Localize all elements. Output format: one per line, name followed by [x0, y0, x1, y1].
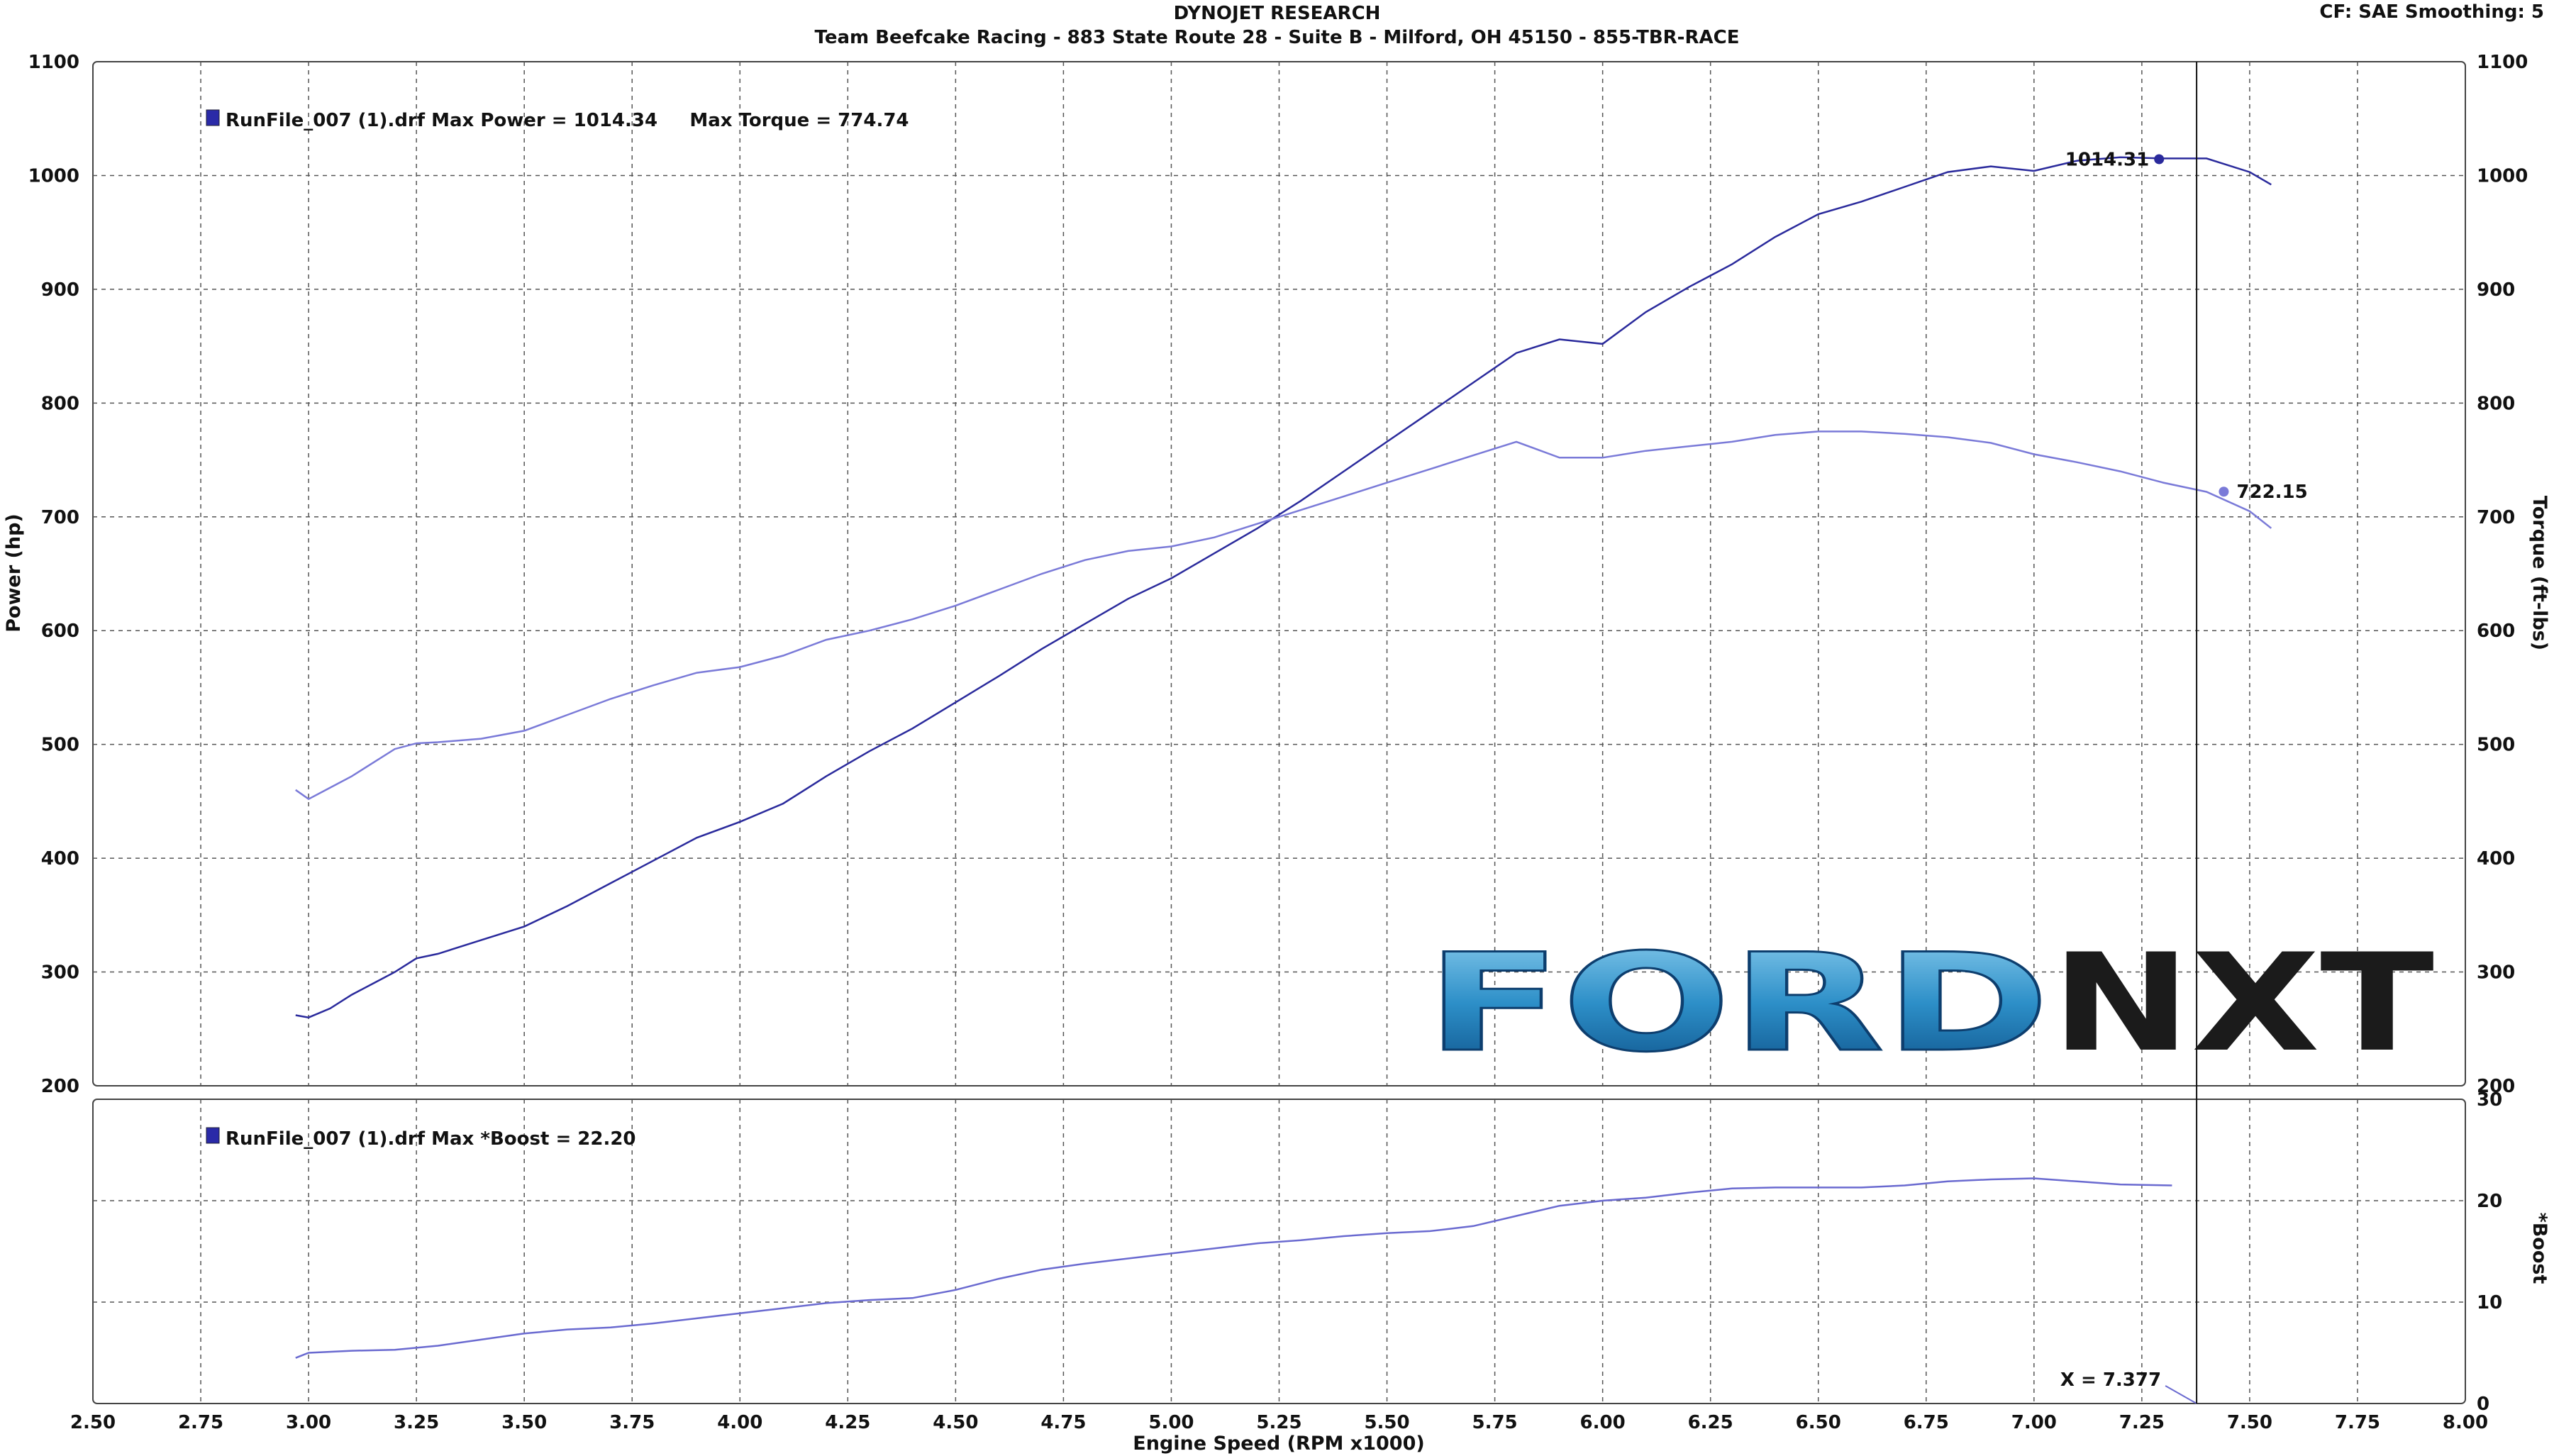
boost-legend-swatch: [206, 1127, 220, 1144]
y-tick-label-torque: 600: [2477, 621, 2515, 642]
y-tick-label-torque: 1100: [2477, 52, 2528, 73]
x-tick-label: 3.25: [394, 1412, 439, 1433]
y-tick-label-boost: 0: [2477, 1394, 2489, 1415]
x-tick-label: 6.00: [1580, 1412, 1626, 1433]
x-tick-label: 7.25: [2119, 1412, 2165, 1433]
dyno-chart: FORD NXT 1014.31 722.15 X = 7.377 RunFile…: [3, 52, 2550, 1455]
x-axis-title: Engine Speed (RPM x1000): [1133, 1433, 1424, 1455]
y-tick-label-power: 800: [41, 393, 79, 414]
x-tick-label: 5.00: [1148, 1412, 1194, 1433]
x-tick-label: 5.75: [1472, 1412, 1518, 1433]
y-axis-title-power: Power (hp): [3, 513, 25, 633]
x-tick-label: 3.75: [609, 1412, 655, 1433]
x-tick-label: 6.25: [1688, 1412, 1733, 1433]
x-tick-label: 5.50: [1364, 1412, 1409, 1433]
y-tick-label-torque: 800: [2477, 393, 2515, 414]
fordnxt-watermark-logo: FORD NXT: [1425, 924, 2435, 1083]
y-tick-label-power: 500: [41, 735, 79, 756]
y-axis-title-boost: *Boost: [2528, 1213, 2550, 1284]
x-tick-label: 4.75: [1040, 1412, 1086, 1433]
y-tick-label-boost: 20: [2477, 1191, 2502, 1212]
svg-text:FORD: FORD: [1426, 925, 2050, 1082]
power-legend-text: RunFile_007 (1).drf Max Power = 1014.34 …: [226, 110, 909, 131]
y-tick-label-power: 900: [41, 279, 79, 301]
peak-marker: [2154, 154, 2165, 165]
peak-label-torque: 722.15: [2236, 482, 2307, 503]
y-tick-label-power: 600: [41, 621, 79, 642]
x-tick-label: 2.50: [70, 1412, 116, 1433]
y-tick-label-power: 200: [41, 1076, 79, 1097]
x-tick-label: 7.00: [2011, 1412, 2057, 1433]
power-legend-swatch: [206, 109, 220, 126]
x-tick-label: 4.25: [825, 1412, 870, 1433]
y-tick-label-torque: 300: [2477, 962, 2515, 984]
x-tick-label: 3.50: [501, 1412, 547, 1433]
boost-legend-text: RunFile_007 (1).drf Max *Boost = 22.20: [226, 1128, 636, 1150]
y-tick-label-boost: 30: [2477, 1089, 2502, 1111]
x-tick-label: 6.75: [1904, 1412, 1949, 1433]
x-tick-label: 4.50: [933, 1412, 978, 1433]
y-tick-label-power: 1000: [28, 165, 79, 187]
x-tick-label: 8.00: [2443, 1412, 2488, 1433]
y-tick-label-boost: 10: [2477, 1292, 2502, 1313]
x-tick-label: 5.25: [1256, 1412, 1301, 1433]
rpm-cursor-readout: X = 7.377: [2060, 1369, 2161, 1391]
x-tick-label: 7.50: [2227, 1412, 2272, 1433]
peak-label-power: 1014.31: [2065, 149, 2149, 170]
x-tick-label: 4.00: [717, 1412, 762, 1433]
y-tick-label-power: 1100: [28, 52, 79, 73]
y-tick-label-power: 700: [41, 507, 79, 528]
x-tick-label: 3.00: [286, 1412, 331, 1433]
peak-marker: [2219, 487, 2229, 497]
y-tick-label-torque: 1000: [2477, 165, 2528, 187]
x-tick-label: 2.75: [178, 1412, 223, 1433]
y-tick-label-torque: 400: [2477, 848, 2515, 869]
x-tick-label: 6.50: [1796, 1412, 1841, 1433]
y-tick-label-torque: 500: [2477, 735, 2515, 756]
y-tick-label-torque: 700: [2477, 507, 2515, 528]
y-tick-label-power: 300: [41, 962, 79, 984]
svg-text:NXT: NXT: [2051, 925, 2434, 1082]
y-axis-title-torque: Torque (ft-lbs): [2528, 496, 2550, 650]
y-tick-label-torque: 900: [2477, 279, 2515, 301]
x-tick-label: 7.75: [2335, 1412, 2380, 1433]
y-tick-label-power: 400: [41, 848, 79, 869]
